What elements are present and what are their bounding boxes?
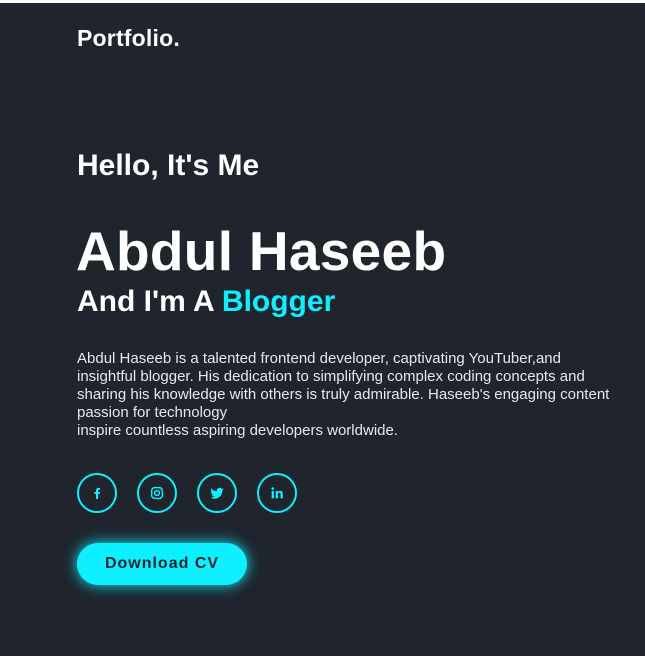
social-links — [77, 473, 297, 513]
bio-line: passion for technology — [77, 404, 228, 421]
download-cv-button[interactable]: Download CV — [77, 543, 247, 585]
bio-line: sharing his knowledge with others is tru… — [77, 386, 610, 403]
bio-line: insightful blogger. His dedication to si… — [77, 368, 585, 385]
bio-line: Abdul Haseeb is a talented frontend deve… — [77, 350, 561, 367]
role-heading: And I'm A Blogger — [77, 285, 335, 319]
greeting-heading: Hello, It's Me — [77, 149, 260, 182]
role-prefix: And I'm A — [77, 285, 222, 318]
twitter-icon — [210, 487, 224, 499]
portfolio-page: Portfolio. Hello, It's Me Abdul Haseeb A… — [0, 3, 645, 656]
facebook-icon — [94, 487, 101, 499]
logo[interactable]: Portfolio. — [77, 25, 180, 52]
bio-paragraph: Abdul Haseeb is a talented frontend deve… — [77, 350, 645, 440]
linkedin-link[interactable] — [257, 473, 297, 513]
bio-line: inspire countless aspiring developers wo… — [77, 422, 398, 439]
linkedin-icon — [271, 487, 283, 499]
twitter-link[interactable] — [197, 473, 237, 513]
instagram-link[interactable] — [137, 473, 177, 513]
instagram-icon — [150, 486, 164, 500]
role-highlight: Blogger — [221, 285, 336, 318]
name-heading: Abdul Haseeb — [76, 220, 447, 282]
facebook-link[interactable] — [77, 473, 117, 513]
